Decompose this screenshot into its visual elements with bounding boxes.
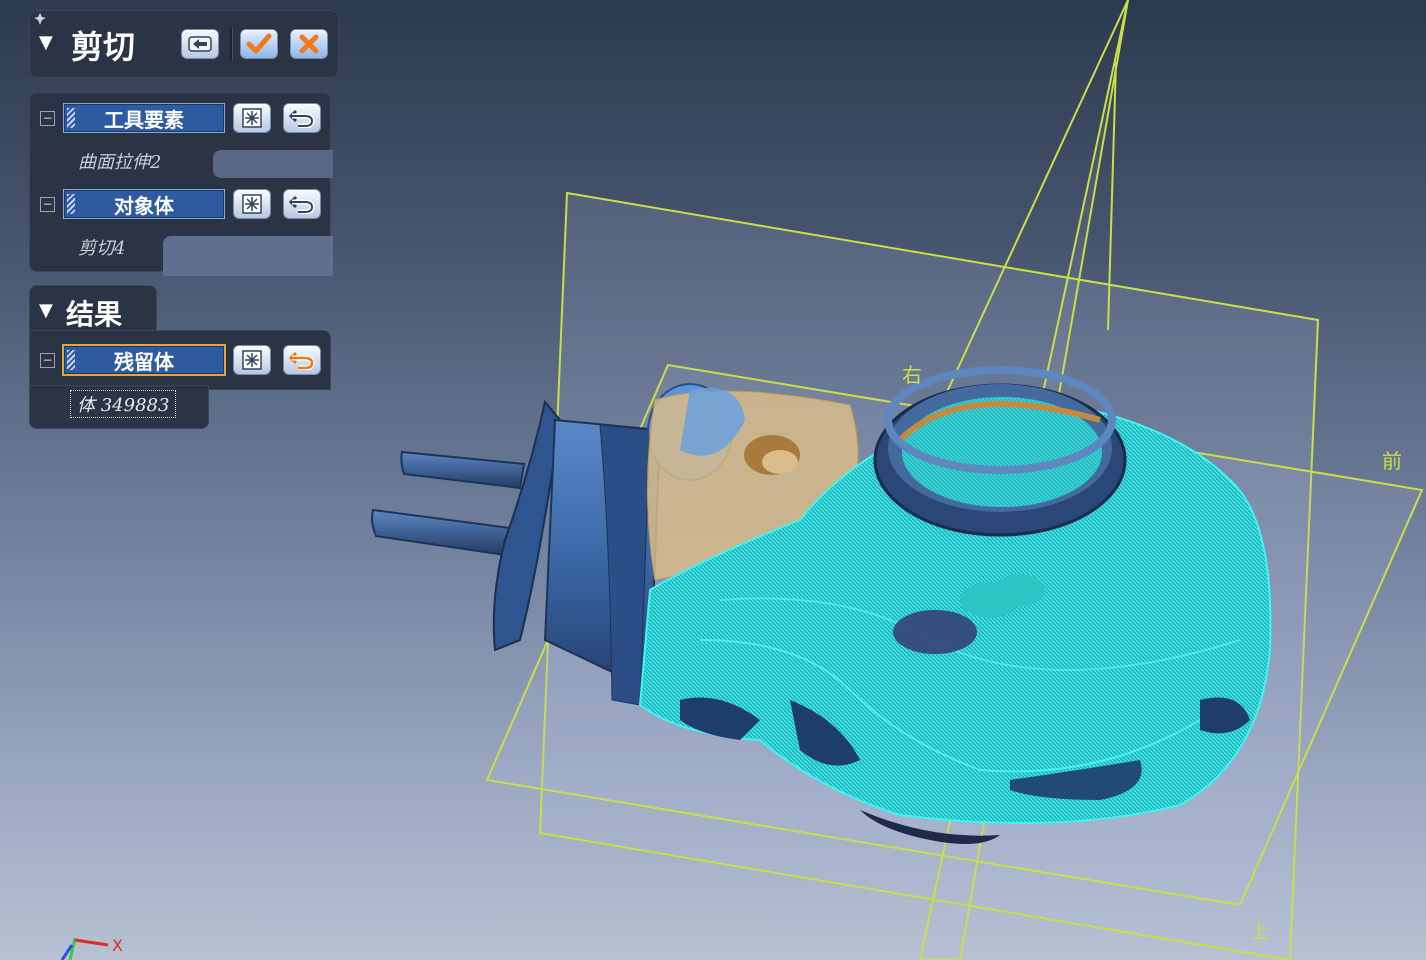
result-collapse-triangle-icon[interactable]: ▼ — [39, 300, 53, 321]
tool-elements-field[interactable]: 工具要素 — [64, 104, 224, 132]
cut-panel: ▼ 剪切 — [29, 10, 339, 78]
toolbar-separator — [230, 28, 233, 60]
remain-body-field[interactable]: 残留体 — [64, 346, 224, 374]
axis-x-label: X — [112, 936, 123, 955]
undo-arrow-icon — [289, 109, 315, 128]
field-hatch — [67, 194, 75, 214]
plane-label-right: 右 — [902, 363, 922, 387]
target-body-item[interactable]: 剪切4 — [78, 234, 125, 260]
field-hatch — [67, 350, 75, 370]
tool-elements-undo-button[interactable] — [284, 104, 320, 132]
input-panel-notch-mask — [213, 150, 333, 178]
remain-body-label: 残留体 — [114, 349, 174, 374]
result-panel-title: 结果 — [66, 298, 123, 331]
input-panel-notch-mask-2 — [163, 236, 333, 276]
pin-icon[interactable] — [33, 12, 47, 26]
tool-elements-item[interactable]: 曲面拉伸2 — [78, 148, 161, 174]
tool-elements-select-button[interactable] — [234, 104, 270, 132]
tool-elements-collapse[interactable]: − — [40, 111, 55, 126]
plane-label-front: 前 — [1382, 449, 1402, 473]
remain-body-item[interactable]: 体 349883 — [70, 390, 177, 418]
checkmark-icon — [246, 33, 272, 54]
undo-arrow-icon — [289, 351, 315, 370]
plug-prongs[interactable] — [371, 450, 526, 557]
remain-body-select-button[interactable] — [234, 346, 270, 374]
snowflake-select-icon — [242, 350, 262, 370]
cancel-button[interactable] — [291, 30, 327, 58]
undo-arrow-icon — [289, 195, 315, 214]
back-button[interactable] — [182, 30, 218, 58]
axis-triad: X — [60, 936, 123, 960]
arrow-left-icon — [188, 36, 212, 52]
ok-button[interactable] — [241, 30, 277, 58]
snowflake-select-icon — [242, 194, 262, 214]
target-body-collapse[interactable]: − — [40, 197, 55, 212]
cut-panel-title: 剪切 — [71, 28, 136, 66]
plane-label-top: 上 — [1250, 919, 1270, 943]
x-cancel-icon — [299, 34, 319, 54]
remain-body-collapse[interactable]: − — [40, 353, 55, 368]
tool-elements-label: 工具要素 — [104, 107, 184, 132]
target-body-field[interactable]: 对象体 — [64, 190, 224, 218]
target-body-label: 对象体 — [114, 193, 174, 218]
target-body-select-button[interactable] — [234, 190, 270, 218]
snowflake-select-icon — [242, 108, 262, 128]
collapse-triangle-icon[interactable]: ▼ — [39, 32, 53, 53]
field-hatch — [67, 108, 75, 128]
remain-body-undo-button[interactable] — [284, 346, 320, 374]
target-body-undo-button[interactable] — [284, 190, 320, 218]
